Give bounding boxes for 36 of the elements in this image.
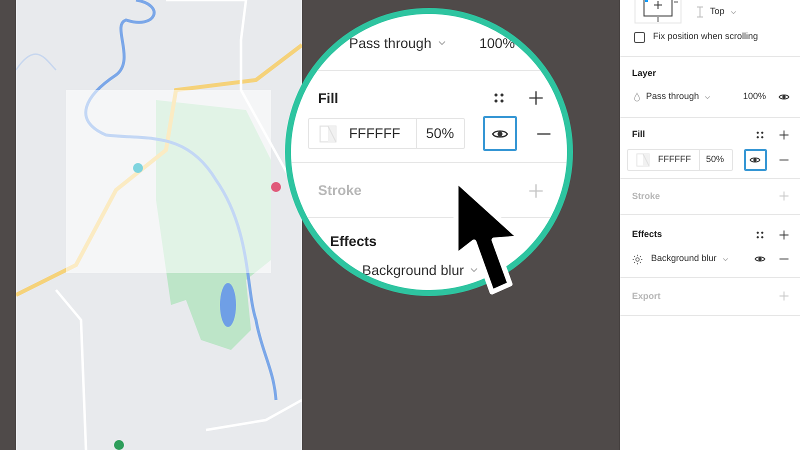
fill-opacity-value: 50%: [425, 124, 454, 143]
color-swatch: [636, 153, 650, 167]
color-swatch: [319, 124, 337, 142]
hex-value: FFFFFF: [658, 153, 691, 166]
plus-icon[interactable]: [527, 89, 545, 107]
effect-dropdown[interactable]: Background blur: [362, 260, 480, 280]
section-title: Export: [632, 290, 661, 303]
section-title: Fill: [632, 128, 645, 142]
fill-opacity-value: 50%: [705, 153, 724, 166]
effect-dropdown[interactable]: Background blur: [651, 252, 730, 266]
styles-icon[interactable]: [754, 229, 766, 241]
checkbox-label: Fix position when scrolling: [653, 30, 758, 44]
section-title: Stroke: [632, 190, 660, 203]
fill-field[interactable]: FFFFFF 50%: [308, 118, 465, 149]
styles-icon[interactable]: [754, 129, 766, 141]
constraint-dropdown[interactable]: Top: [710, 5, 738, 19]
visibility-button[interactable]: [744, 149, 767, 171]
drop-icon: [632, 92, 642, 102]
hex-value: FFFFFF: [349, 124, 400, 143]
section-title: Fill: [318, 88, 338, 108]
blend-mode-dropdown[interactable]: Pass through: [349, 32, 448, 54]
sun-icon: [632, 254, 643, 264]
blend-mode-dropdown[interactable]: Pass through: [646, 90, 712, 104]
plus-icon[interactable]: [778, 129, 790, 141]
section-title: Effects: [330, 232, 377, 250]
plus-icon[interactable]: [778, 229, 790, 241]
section-title: Layer: [632, 67, 658, 80]
section-title: Stroke: [318, 180, 362, 200]
opacity-value[interactable]: 100%: [742, 90, 766, 104]
section-title: Effects: [632, 228, 662, 242]
vertical-constraint-icon: [696, 6, 704, 18]
checkbox[interactable]: [634, 32, 645, 42]
visibility-button[interactable]: [482, 116, 518, 151]
fill-field[interactable]: FFFFFF 50%: [627, 149, 733, 171]
opacity-value[interactable]: 100%: [479, 32, 515, 54]
constraint-widget[interactable]: [634, 0, 682, 24]
